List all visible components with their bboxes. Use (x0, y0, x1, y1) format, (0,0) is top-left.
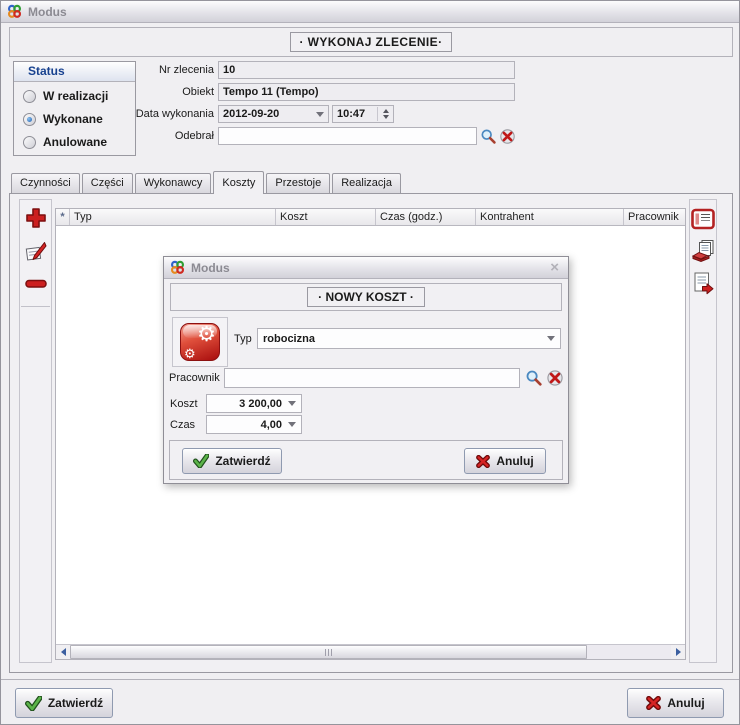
nr-zlecenia-field[interactable]: 10 (218, 61, 515, 79)
export-icon[interactable] (690, 270, 716, 296)
dialog-anuluj-button[interactable]: Anuluj (464, 448, 546, 474)
app-icon (7, 4, 22, 19)
footer-bar: Zatwierdź Anuluj (1, 679, 739, 724)
column-header-star[interactable]: * (56, 209, 70, 225)
grid-view-icon[interactable] (690, 206, 716, 232)
date-value: 2012-09-20 (223, 108, 280, 120)
close-icon[interactable]: × (547, 260, 562, 275)
spin-down-icon[interactable] (383, 115, 389, 119)
check-icon (193, 454, 210, 468)
dialog-anuluj-label: Anuluj (496, 454, 534, 468)
x-icon (646, 696, 662, 710)
clear-icon[interactable] (498, 127, 516, 145)
tab-czesci[interactable]: Części (81, 173, 133, 193)
table-header: * Typ Koszt Czas (godz.) Kontrahent Prac… (56, 209, 685, 226)
check-icon (24, 695, 42, 711)
time-spinner[interactable]: 10:47 (332, 105, 394, 123)
scroll-right-icon[interactable] (671, 645, 685, 659)
spin-up-icon[interactable] (383, 109, 389, 113)
chevron-down-icon[interactable] (316, 111, 324, 117)
radio-icon[interactable] (23, 89, 36, 103)
spinner-arrows[interactable] (377, 107, 389, 121)
scrollbar-thumb[interactable] (70, 645, 587, 659)
koszt-value: 3 200,00 (239, 397, 282, 410)
column-header-czas[interactable]: Czas (godz.) (376, 209, 476, 225)
zatwierdz-button[interactable]: Zatwierdź (15, 688, 113, 718)
typ-label: Typ (234, 333, 252, 345)
chevron-down-icon[interactable] (288, 401, 296, 406)
tab-przestoje[interactable]: Przestoje (266, 173, 331, 193)
zatwierdz-label: Zatwierdź (47, 696, 104, 710)
radio-icon-selected[interactable] (23, 112, 36, 126)
dialog-header-title: · NOWY KOSZT · (307, 287, 425, 307)
right-toolbar (689, 199, 717, 663)
add-icon[interactable] (23, 205, 49, 231)
date-combobox[interactable]: 2012-09-20 (218, 105, 329, 123)
nr-zlecenia-label: Nr zlecenia (158, 64, 214, 76)
print-icon[interactable] (690, 238, 716, 264)
dialog-title: Modus (191, 260, 230, 275)
order-header-panel: · WYKONAJ ZLECENIE· (9, 27, 733, 57)
koszt-spinner[interactable]: 3 200,00 (206, 394, 302, 413)
left-toolbar (19, 199, 52, 663)
edit-icon[interactable] (23, 238, 49, 264)
radio-icon[interactable] (23, 135, 36, 149)
czas-spinner[interactable]: 4,00 (206, 415, 302, 434)
tab-wykonawcy[interactable]: Wykonawcy (134, 173, 212, 193)
chevron-down-icon[interactable] (547, 336, 555, 341)
czas-label: Czas (170, 419, 196, 431)
tab-koszty[interactable]: Koszty (213, 171, 265, 194)
dialog-zatwierdz-label: Zatwierdź (215, 454, 271, 468)
main-window: Modus · WYKONAJ ZLECENIE· Status W reali… (0, 0, 740, 725)
column-header-kontrahent[interactable]: Kontrahent (476, 209, 624, 225)
anuluj-button[interactable]: Anuluj (627, 688, 724, 718)
toolbar-separator (21, 306, 50, 307)
scroll-left-icon[interactable] (56, 645, 70, 659)
column-header-typ[interactable]: Typ (70, 209, 276, 225)
tab-bar: Czynności Części Wykonawcy Koszty Przest… (9, 171, 401, 194)
window-title: Modus (28, 4, 67, 19)
main-titlebar: Modus (1, 1, 739, 23)
remove-icon[interactable] (23, 271, 49, 297)
typ-value: robocizna (263, 332, 315, 345)
obiekt-label: Obiekt (182, 86, 214, 98)
time-value: 10:47 (337, 108, 366, 120)
app-icon (170, 260, 185, 275)
dialog-button-panel: Zatwierdź Anuluj (169, 440, 563, 480)
anuluj-label: Anuluj (667, 696, 705, 710)
cost-type-icon-box: ⚙ ⚙ (172, 317, 228, 367)
koszt-label: Koszt (170, 398, 198, 410)
dialog-titlebar: Modus × (164, 257, 568, 279)
column-header-koszt[interactable]: Koszt (276, 209, 376, 225)
search-icon[interactable] (479, 127, 497, 145)
tab-realizacja[interactable]: Realizacja (332, 173, 401, 193)
pracownik-label: Pracownik (169, 372, 220, 384)
chevron-down-icon[interactable] (288, 422, 296, 427)
typ-combobox[interactable]: robocizna (257, 328, 561, 349)
dialog-header-panel: · NOWY KOSZT · (170, 283, 562, 311)
nowy-koszt-dialog: Modus × · NOWY KOSZT · ⚙ ⚙ Typ robocizna… (163, 256, 569, 484)
data-wykonania-label: Data wykonania (135, 108, 214, 120)
gear-icon[interactable]: ⚙ ⚙ (180, 323, 220, 361)
page-title: · WYKONAJ ZLECENIE· (289, 32, 453, 52)
odebral-field[interactable] (218, 127, 477, 145)
dialog-zatwierdz-button[interactable]: Zatwierdź (182, 448, 282, 474)
scrollbar-track[interactable] (70, 645, 671, 659)
odebral-label: Odebrał (174, 130, 214, 142)
clear-icon[interactable] (546, 369, 564, 387)
column-header-pracownik[interactable]: Pracownik (624, 209, 685, 225)
tab-czynnosci[interactable]: Czynności (11, 173, 80, 193)
czas-value: 4,00 (260, 418, 282, 431)
obiekt-field[interactable]: Tempo 11 (Tempo) (218, 83, 515, 101)
pracownik-field[interactable] (224, 368, 520, 388)
search-icon[interactable] (525, 369, 543, 387)
horizontal-scrollbar[interactable] (56, 644, 685, 659)
x-icon (476, 454, 491, 468)
